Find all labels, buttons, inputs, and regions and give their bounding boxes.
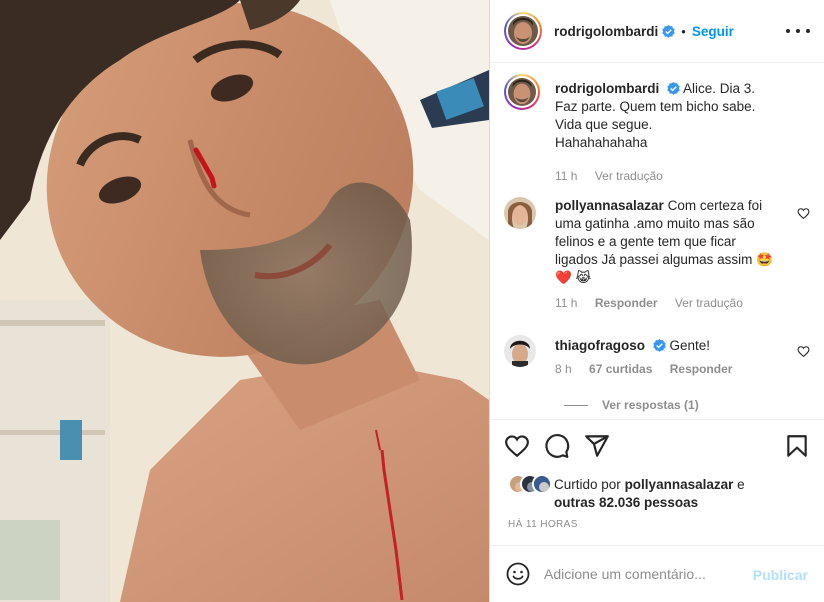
caption-line-4: Hahahahahaha (555, 135, 648, 150)
instagram-post-modal: rodrigolombardi • Seguir rodrigolombardi… (0, 0, 824, 602)
caption-username[interactable]: rodrigolombardi (555, 81, 659, 96)
comment-translate-link[interactable]: Ver tradução (675, 296, 743, 310)
commenter-avatar[interactable] (504, 335, 536, 367)
post-timestamp[interactable]: HÁ 11 HORAS (508, 519, 578, 530)
comment-row: thiagofragoso Gente! 8 h 67 curtidas Res… (504, 335, 810, 395)
comment-line-2: uma gatinha .amo muito mas são (555, 216, 755, 231)
post-side-panel: rodrigolombardi • Seguir rodrigolombardi… (490, 0, 824, 602)
liker-avatar (532, 474, 552, 494)
comment-reply-button[interactable]: Responder (670, 362, 733, 376)
caption-time[interactable]: 11 h (555, 169, 577, 183)
comment-bubble-icon[interactable] (544, 433, 570, 459)
caption-line-2: Faz parte. Quem tem bicho sabe. (555, 99, 756, 114)
comments-section: rodrigolombardi Alice. Dia 3. Faz parte.… (490, 64, 824, 419)
liked-by-prefix: Curtido por (554, 477, 621, 492)
author-username[interactable]: rodrigolombardi (554, 24, 658, 39)
comment-text: pollyannasalazar Com certeza foi uma gat… (555, 197, 792, 287)
comment-line-5: ❤️ 😹 (555, 270, 592, 285)
comment-line-1: Com certeza foi (667, 198, 763, 213)
view-replies-button[interactable]: Ver respostas (1) (564, 398, 699, 412)
comment-meta: 11 h Responder Ver tradução (555, 296, 757, 310)
post-header: rodrigolombardi • Seguir (490, 0, 824, 63)
emoji-smile-icon[interactable] (506, 562, 530, 586)
author-avatar[interactable] (504, 12, 542, 50)
replies-line (564, 404, 588, 406)
comment-text: thiagofragoso Gente! (555, 337, 792, 355)
comment-meta: 8 h 67 curtidas Responder (555, 362, 746, 376)
more-horizontal-icon[interactable] (786, 22, 810, 40)
comment-line-3: felinos e a gente tem que ficar (555, 234, 736, 249)
caption-avatar-image (508, 78, 536, 106)
verified-badge-icon (662, 24, 675, 38)
liked-by-others[interactable]: outras 82.036 pessoas (554, 495, 698, 510)
selfie-photo-illustration (0, 0, 489, 602)
bookmark-icon[interactable] (784, 433, 810, 459)
caption-meta: 11 h Ver tradução (555, 169, 677, 183)
comment-time[interactable]: 11 h (555, 296, 577, 310)
comment-input[interactable] (544, 566, 744, 582)
post-photo[interactable] (0, 0, 489, 602)
commenter-username[interactable]: thiagofragoso (555, 338, 645, 353)
publish-button[interactable]: Publicar (753, 567, 808, 583)
comment-likes-count[interactable]: 67 curtidas (589, 362, 652, 376)
comment-like-heart-icon[interactable] (797, 207, 810, 220)
likes-text: Curtido por pollyannasalazar e outras 82… (554, 476, 745, 512)
comment-like-heart-icon[interactable] (797, 345, 810, 358)
caption-row: rodrigolombardi Alice. Dia 3. Faz parte.… (504, 74, 810, 184)
add-comment-bar: Publicar (490, 545, 824, 602)
liked-by-user[interactable]: pollyannasalazar (625, 477, 734, 492)
verified-badge-icon (667, 82, 680, 95)
post-actions-bar (490, 419, 824, 471)
comment-row: pollyannasalazar Com certeza foi uma gat… (504, 197, 810, 317)
comment-text-body: Gente! (669, 338, 711, 353)
comment-line-4: ligados Já passei algumas assim 🤩 (555, 252, 773, 267)
commenter-avatar-image (504, 197, 536, 229)
likes-summary: Curtido por pollyannasalazar e outras 82… (508, 474, 818, 514)
caption-translate-link[interactable]: Ver tradução (595, 169, 663, 183)
view-replies-label: Ver respostas (1) (602, 398, 699, 412)
liker-avatars[interactable] (508, 474, 552, 496)
follow-button[interactable]: Seguir (692, 24, 734, 39)
caption-line-1: Alice. Dia 3. (683, 81, 756, 96)
heart-icon[interactable] (504, 433, 530, 459)
separator-dot: • (681, 23, 686, 39)
verified-badge-icon (653, 339, 666, 352)
commenter-username[interactable]: pollyannasalazar (555, 198, 664, 213)
commenter-avatar[interactable] (504, 197, 536, 229)
caption-line-3: Vida que segue. (555, 117, 653, 132)
paper-plane-icon[interactable] (584, 433, 610, 459)
author-avatar-image (508, 16, 538, 46)
comment-time[interactable]: 8 h (555, 362, 572, 376)
commenter-avatar-image (504, 335, 536, 367)
liked-by-joiner: e (737, 477, 745, 492)
caption-text: rodrigolombardi Alice. Dia 3. Faz parte.… (555, 80, 792, 152)
comment-reply-button[interactable]: Responder (595, 296, 658, 310)
caption-author-avatar[interactable] (504, 74, 540, 110)
